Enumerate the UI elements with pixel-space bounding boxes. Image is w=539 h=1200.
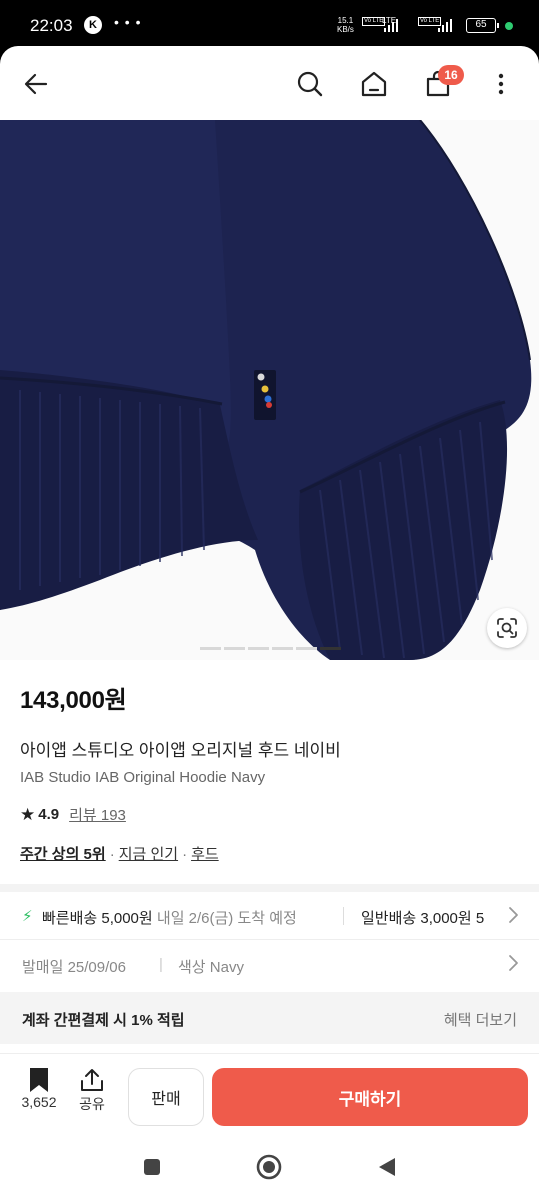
category-link[interactable]: 후드 xyxy=(191,846,219,863)
fast-shipping: 빠른배송 5,000원 내일 2/6(금) 도착 예정 xyxy=(42,907,297,928)
product-title-english: IAB Studio IAB Original Hoodie Navy xyxy=(20,769,266,786)
shipping-options[interactable]: ⚡ 빠른배송 5,000원 내일 2/6(금) 도착 예정 일반배송 3,000… xyxy=(0,892,539,940)
network-speed: 15.1 KB/s xyxy=(337,16,354,34)
back-button[interactable] xyxy=(16,64,56,104)
top-bar: 16 xyxy=(0,46,539,120)
lens-scan-icon xyxy=(497,618,517,638)
triangle-back-icon xyxy=(379,1158,395,1176)
bookmark-count: 3,652 xyxy=(21,1094,57,1110)
fast-shipping-eta: 내일 2/6(금) 도착 예정 xyxy=(156,910,297,927)
home-icon xyxy=(361,71,387,97)
gallery-page-indicator xyxy=(200,647,341,650)
release-date: 발매일 25/09/06 xyxy=(22,959,126,976)
status-bar: 22:03 K • • • 15.1 KB/s Vo LTE LTE Vo LT… xyxy=(0,0,539,50)
app-screen: 16 143,000원 아이앱 스튜디오 아이앱 오리지널 후드 네이비 IAB… xyxy=(0,46,539,1200)
more-notifications-icon: • • • xyxy=(114,14,142,30)
square-icon xyxy=(144,1159,160,1175)
gallery-dot xyxy=(272,647,293,650)
chevron-right-icon xyxy=(507,954,519,977)
product-ranking: 주간 상의 5위 · 지금 인기 · 후드 xyxy=(20,846,219,863)
gallery-dot xyxy=(248,647,269,650)
gallery-dot xyxy=(224,647,245,650)
product-rating: ★ 4.9 리뷰 193 xyxy=(20,804,520,825)
recent-apps-button[interactable] xyxy=(137,1152,167,1182)
kakao-notification-icon: K xyxy=(84,16,102,34)
sell-button[interactable]: 판매 xyxy=(128,1068,204,1126)
review-count-link[interactable]: 리뷰 193 xyxy=(69,804,126,825)
rating-score: 4.9 xyxy=(38,806,60,823)
network-speed-unit: KB/s xyxy=(337,25,354,34)
lightning-icon: ⚡ xyxy=(22,908,33,925)
bookmark-button[interactable]: 3,652 xyxy=(14,1066,64,1110)
chevron-right-icon xyxy=(501,906,519,929)
home-nav-button[interactable] xyxy=(254,1152,284,1182)
product-meta-row[interactable]: 발매일 25/09/06 | 색상 Navy xyxy=(0,940,539,992)
status-time: 22:03 xyxy=(30,16,73,35)
weekly-rank-link[interactable]: 주간 상의 5위 xyxy=(20,846,106,863)
image-search-button[interactable] xyxy=(487,608,527,648)
popular-now-link[interactable]: 지금 인기 xyxy=(119,846,178,863)
battery-icon: 65 xyxy=(466,18,499,33)
fast-shipping-label: 빠른배송 5,000원 xyxy=(42,910,153,927)
gallery-dot xyxy=(296,647,317,650)
product-image-gallery[interactable] xyxy=(0,120,539,660)
gallery-dot xyxy=(200,647,221,650)
bookmark-icon xyxy=(30,1068,48,1092)
circle-home-icon xyxy=(256,1154,282,1180)
privacy-indicator-icon xyxy=(505,22,513,30)
divider xyxy=(343,907,344,925)
back-nav-button[interactable] xyxy=(372,1152,402,1182)
normal-shipping-label: 일반배송 3,000원 5 xyxy=(361,910,485,927)
color-option: 색상 Navy xyxy=(178,959,244,976)
signal-icon xyxy=(438,18,452,32)
benefit-more-link[interactable]: 혜택 더보기 xyxy=(444,1009,517,1030)
product-info: 143,000원 아이앱 스튜디오 아이앱 오리지널 후드 네이비 IAB St… xyxy=(20,680,520,864)
buy-button[interactable]: 구매하기 xyxy=(212,1068,528,1126)
share-button[interactable]: 공유 xyxy=(67,1066,117,1114)
benefit-label: 계좌 간편결제 시 1% 적립 xyxy=(22,1012,185,1029)
signal-icon xyxy=(384,18,398,32)
home-button[interactable] xyxy=(354,64,394,104)
gallery-dot-active xyxy=(320,647,341,650)
more-vertical-icon xyxy=(498,73,504,95)
share-label: 공유 xyxy=(79,1096,105,1112)
share-icon xyxy=(81,1069,103,1091)
cart-count-badge: 16 xyxy=(438,65,464,85)
benefit-banner: 계좌 간편결제 시 1% 적립 혜택 더보기 xyxy=(0,992,539,1044)
arrow-left-icon xyxy=(24,73,48,95)
more-button[interactable] xyxy=(481,64,521,104)
product-photo xyxy=(0,120,539,660)
divider: | xyxy=(159,956,163,973)
network-speed-value: 15.1 xyxy=(337,16,354,25)
section-divider xyxy=(0,884,539,892)
search-button[interactable] xyxy=(290,64,330,104)
product-price: 143,000원 xyxy=(20,687,127,714)
search-icon xyxy=(297,71,323,97)
product-title: 아이앱 스튜디오 아이앱 오리지널 후드 네이비 xyxy=(20,741,341,760)
system-nav-bar xyxy=(0,1138,539,1200)
star-icon: ★ xyxy=(20,804,36,824)
bottom-action-bar: 3,652 공유 판매 구매하기 xyxy=(0,1054,539,1138)
